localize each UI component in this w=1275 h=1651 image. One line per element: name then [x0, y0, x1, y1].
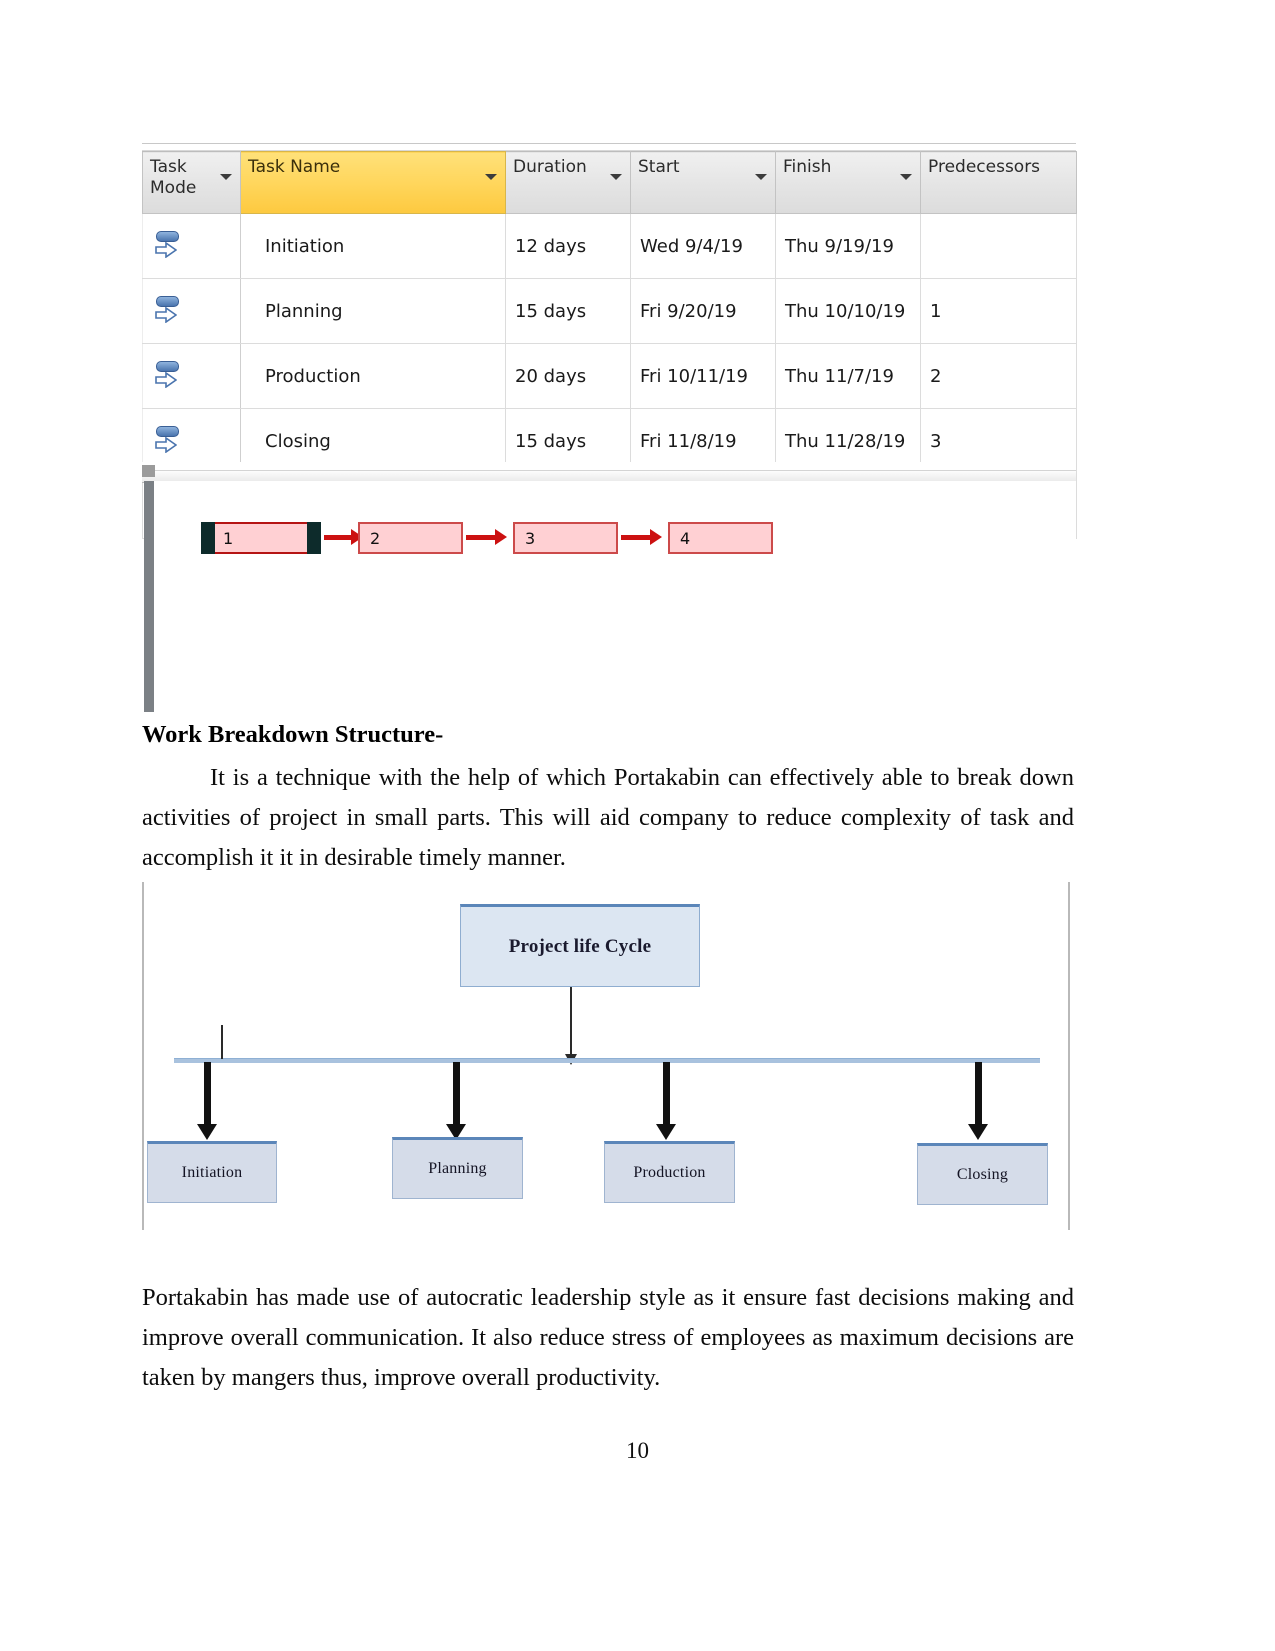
image-frame-right-border: [1068, 882, 1070, 1230]
network-node-label: 3: [525, 529, 536, 548]
column-header-finish[interactable]: Finish: [775, 151, 921, 214]
wbs-root-node: Project life Cycle: [460, 904, 700, 987]
cell-predecessors[interactable]: 2: [920, 343, 1077, 409]
filter-caret-icon[interactable]: [900, 174, 912, 180]
wbs-leaf-label: Closing: [956, 1166, 1009, 1183]
cell-task-mode[interactable]: [142, 278, 241, 344]
wbs-leaf-initiation: Initiation: [147, 1141, 277, 1203]
column-header-task-name[interactable]: Task Name: [240, 151, 506, 214]
paragraph-text: It is a technique with the help of which…: [142, 764, 1074, 871]
auto-scheduled-icon: [155, 424, 181, 458]
column-header-label: Start: [638, 157, 680, 177]
cell-finish[interactable]: Thu 9/19/19: [775, 213, 921, 279]
column-header-label: Finish: [783, 157, 832, 177]
filter-caret-icon[interactable]: [220, 174, 232, 180]
wbs-horizontal-connector: [174, 1058, 1040, 1063]
network-node-4[interactable]: 4: [668, 522, 773, 554]
auto-scheduled-icon: [155, 294, 181, 328]
selection-handle-left[interactable]: [201, 522, 215, 554]
network-node-1[interactable]: 1: [201, 522, 321, 554]
pane-left-scrollbar[interactable]: [144, 481, 154, 712]
filter-caret-icon[interactable]: [485, 174, 497, 180]
cell-duration[interactable]: 20 days: [505, 343, 631, 409]
auto-scheduled-icon: [155, 359, 181, 393]
paragraph-leadership: Portakabin has made use of autocratic le…: [142, 1284, 1074, 1391]
page-number: 10: [626, 1438, 649, 1463]
wbs-leaf-production: Production: [604, 1141, 735, 1203]
paragraph-wbs-intro: It is a technique with the help of which…: [142, 758, 1074, 878]
pane-corner-block: [142, 465, 155, 477]
filter-caret-icon[interactable]: [755, 174, 767, 180]
network-arrow-1-2: [324, 529, 363, 545]
cell-task-name[interactable]: Production: [240, 343, 506, 409]
column-header-start[interactable]: Start: [630, 151, 776, 214]
column-header-label: Predecessors: [928, 157, 1041, 177]
wbs-leaf-label: Production: [633, 1164, 706, 1181]
wbs-leaf-closing: Closing: [917, 1143, 1048, 1205]
column-header-predecessors[interactable]: Predecessors: [920, 151, 1077, 214]
network-arrow-2-3: [466, 529, 507, 545]
column-header-label: Task Name: [248, 157, 341, 177]
wbs-drop-arrow-production: [656, 1062, 676, 1140]
page-heading: Work Breakdown Structure-: [142, 721, 444, 748]
wbs-root-connector-arrow: [565, 987, 577, 1065]
table-row[interactable]: Planning 15 days Fri 9/20/19 Thu 10/10/1…: [142, 278, 1077, 344]
wbs-drop-arrow-planning: [446, 1062, 466, 1140]
selection-handle-right[interactable]: [307, 522, 321, 554]
cell-task-mode[interactable]: [142, 213, 241, 279]
network-diagram-canvas: 1 2 3 4: [154, 481, 1076, 712]
wbs-root-label: Project life Cycle: [508, 935, 652, 957]
network-diagram-pane: 1 2 3 4: [142, 462, 1076, 712]
cell-duration[interactable]: 15 days: [505, 278, 631, 344]
column-header-label: Duration: [513, 157, 587, 177]
table-row[interactable]: Production 20 days Fri 10/11/19 Thu 11/7…: [142, 343, 1077, 409]
cell-finish[interactable]: Thu 11/7/19: [775, 343, 921, 409]
filter-caret-icon[interactable]: [610, 174, 622, 180]
image-frame-left-border: [142, 882, 144, 1230]
table-header-row: Task Mode Task Name Duration Start Finis…: [142, 151, 1077, 214]
cell-duration[interactable]: 12 days: [505, 213, 631, 279]
network-node-3[interactable]: 3: [513, 522, 618, 554]
cell-predecessors[interactable]: [920, 213, 1077, 279]
wbs-drop-arrow-closing: [968, 1062, 988, 1140]
column-header-duration[interactable]: Duration: [505, 151, 631, 214]
network-node-label: 2: [370, 529, 381, 548]
wbs-leaf-planning: Planning: [392, 1137, 523, 1199]
network-node-label: 1: [223, 529, 234, 548]
auto-scheduled-icon: [155, 229, 181, 263]
network-arrow-3-4: [621, 529, 662, 545]
network-node-label: 4: [680, 529, 691, 548]
cell-start[interactable]: Fri 10/11/19: [630, 343, 776, 409]
cell-task-name[interactable]: Initiation: [240, 213, 506, 279]
wbs-diagram: Project life Cycle Initiation Planning P…: [142, 882, 1072, 1230]
table-top-rule: [142, 143, 1076, 151]
wbs-stray-tick-mark: [221, 1025, 223, 1059]
column-header-task-mode[interactable]: Task Mode: [142, 151, 241, 214]
wbs-leaf-label: Initiation: [181, 1164, 243, 1181]
network-node-2[interactable]: 2: [358, 522, 463, 554]
cell-start[interactable]: Wed 9/4/19: [630, 213, 776, 279]
wbs-drop-arrow-initiation: [197, 1062, 217, 1140]
cell-task-name[interactable]: Planning: [240, 278, 506, 344]
table-row[interactable]: Initiation 12 days Wed 9/4/19 Thu 9/19/1…: [142, 213, 1077, 279]
cell-predecessors[interactable]: 1: [920, 278, 1077, 344]
cell-task-mode[interactable]: [142, 343, 241, 409]
cell-finish[interactable]: Thu 10/10/19: [775, 278, 921, 344]
pane-gap: [142, 462, 1076, 470]
cell-start[interactable]: Fri 9/20/19: [630, 278, 776, 344]
wbs-leaf-label: Planning: [428, 1160, 487, 1177]
